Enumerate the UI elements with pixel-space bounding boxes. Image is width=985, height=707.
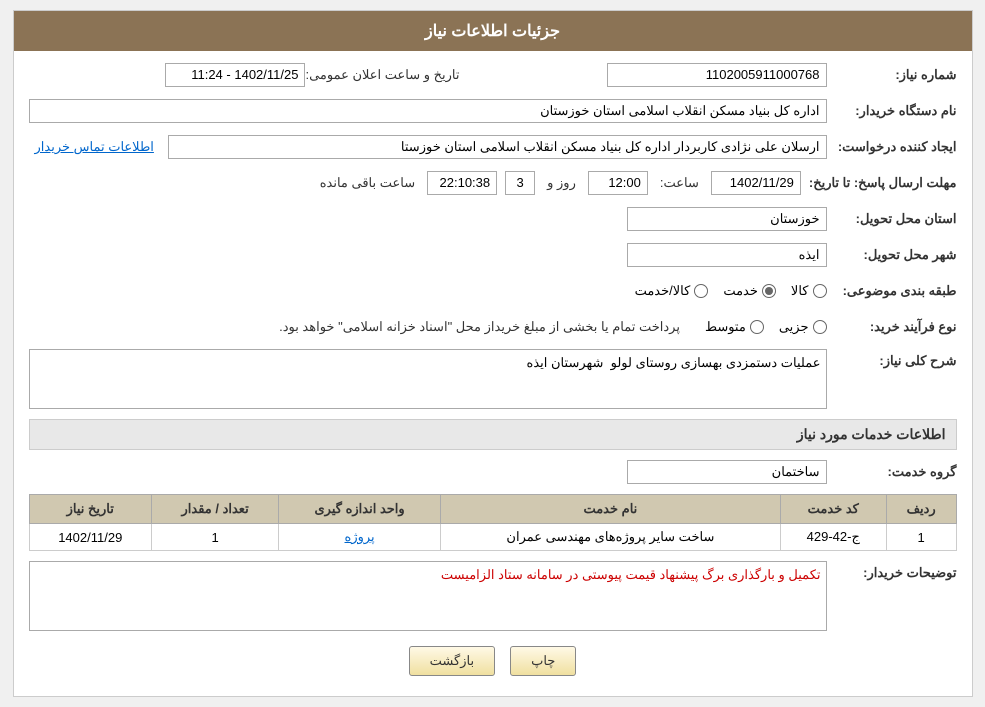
deadline-date: 1402/11/29 — [711, 171, 801, 195]
cell-unit: پروژه — [279, 524, 441, 551]
creator-label: ایجاد کننده درخواست: — [827, 139, 957, 155]
page-title: جزئیات اطلاعات نیاز — [14, 11, 972, 51]
radio-khedmat-icon — [762, 284, 776, 298]
radio-kala-icon — [813, 284, 827, 298]
radio-jozi-label: جزیی — [779, 319, 809, 335]
city-value: ایذه — [627, 243, 827, 267]
cell-row-num: 1 — [886, 524, 956, 551]
col-name: نام خدمت — [441, 495, 781, 524]
need-number-value: 1102005911000768 — [607, 63, 827, 87]
col-date: تاریخ نیاز — [29, 495, 152, 524]
purchase-jozi: جزیی — [779, 319, 827, 335]
province-label: استان محل تحویل: — [827, 211, 957, 227]
purchase-motawaset: متوسط — [705, 319, 764, 335]
requester-row: نام دستگاه خریدار: اداره کل بنیاد مسکن ا… — [29, 97, 957, 125]
radio-kala-khedmat-icon — [694, 284, 708, 298]
city-row: شهر محل تحویل: ایذه — [29, 241, 957, 269]
description-textarea[interactable]: عملیات دستمزدی بهسازی روستای لولو شهرستا… — [29, 349, 827, 409]
category-kala-khedmat: کالا/خدمت — [635, 283, 709, 299]
col-unit: واحد اندازه گیری — [279, 495, 441, 524]
col-code: کد خدمت — [780, 495, 886, 524]
purchase-description: پرداخت تمام یا بخشی از مبلغ خریداز محل "… — [279, 319, 680, 335]
radio-khedmat-label: خدمت — [723, 283, 758, 299]
purchase-type-row: نوع فرآیند خرید: جزیی متوسط پرداخت تمام … — [29, 313, 957, 341]
deadline-time-label: ساعت: — [656, 175, 703, 191]
cell-name: ساخت سایر پروژه‌های مهندسی عمران — [441, 524, 781, 551]
contact-link[interactable]: اطلاعات تماس خریدار — [29, 139, 160, 155]
requester-value: اداره کل بنیاد مسکن انقلاب اسلامی استان … — [29, 99, 827, 123]
service-group-label: گروه خدمت: — [827, 464, 957, 480]
deadline-hour-label: ساعت باقی مانده — [316, 175, 419, 191]
services-table: ردیف کد خدمت نام خدمت واحد اندازه گیری ت… — [29, 494, 957, 551]
col-row-num: ردیف — [886, 495, 956, 524]
deadline-label: مهلت ارسال پاسخ: تا تاریخ: — [801, 175, 957, 191]
province-value: خوزستان — [627, 207, 827, 231]
col-count: تعداد / مقدار — [152, 495, 279, 524]
announce-value: 1402/11/25 - 11:24 — [165, 63, 305, 87]
province-row: استان محل تحویل: خوزستان — [29, 205, 957, 233]
services-section-header: اطلاعات خدمات مورد نیاز — [29, 419, 957, 450]
creator-row: ایجاد کننده درخواست: ارسلان علی نژادی کا… — [29, 133, 957, 161]
requester-label: نام دستگاه خریدار: — [827, 103, 957, 119]
deadline-content: 1402/11/29 ساعت: 12:00 روز و 3 22:10:38 … — [29, 171, 801, 195]
service-group-value: ساختمان — [627, 460, 827, 484]
purchase-type-label: نوع فرآیند خرید: — [827, 319, 957, 335]
service-group-row: گروه خدمت: ساختمان — [29, 458, 957, 486]
radio-jozi-icon — [813, 320, 827, 334]
category-options: کالا خدمت کالا/خدمت — [29, 283, 827, 299]
deadline-clock: 22:10:38 — [427, 171, 497, 195]
purchase-options: جزیی متوسط پرداخت تمام یا بخشی از مبلغ خ… — [29, 319, 827, 335]
description-row: شرح کلی نیاز: عملیات دستمزدی بهسازی روست… — [29, 349, 957, 409]
table-row: 1 ج-42-429 ساخت سایر پروژه‌های مهندسی عم… — [29, 524, 956, 551]
page-container: جزئیات اطلاعات نیاز شماره نیاز: 11020059… — [13, 10, 973, 697]
cell-code: ج-42-429 — [780, 524, 886, 551]
category-khedmat: خدمت — [723, 283, 776, 299]
buyer-notes-value: تکمیل و بارگذاری برگ پیشنهاد قیمت پیوستی… — [29, 561, 827, 631]
deadline-row: مهلت ارسال پاسخ: تا تاریخ: 1402/11/29 سا… — [29, 169, 957, 197]
print-button[interactable]: چاپ — [510, 646, 576, 676]
category-label: طبقه بندی موضوعی: — [827, 283, 957, 299]
creator-value: ارسلان علی نژادی کاربردار اداره کل بنیاد… — [168, 135, 827, 159]
cell-date: 1402/11/29 — [29, 524, 152, 551]
deadline-time: 12:00 — [588, 171, 648, 195]
buyer-notes-row: توضیحات خریدار: تکمیل و بارگذاری برگ پیش… — [29, 561, 957, 631]
back-button[interactable]: بازگشت — [409, 646, 495, 676]
description-label: شرح کلی نیاز: — [827, 349, 957, 369]
main-content: شماره نیاز: 1102005911000768 تاریخ و ساع… — [14, 51, 972, 696]
radio-motawaset-icon — [750, 320, 764, 334]
need-number-label: شماره نیاز: — [827, 67, 957, 83]
radio-kala-khedmat-label: کالا/خدمت — [635, 283, 691, 299]
deadline-remaining: 3 — [505, 171, 535, 195]
announce-label: تاریخ و ساعت اعلان عمومی: — [305, 67, 459, 83]
buyer-notes-label: توضیحات خریدار: — [827, 561, 957, 581]
cell-count: 1 — [152, 524, 279, 551]
radio-kala-label: کالا — [791, 283, 809, 299]
radio-motawaset-label: متوسط — [705, 319, 746, 335]
need-number-row: شماره نیاز: 1102005911000768 تاریخ و ساع… — [29, 61, 957, 89]
category-row: طبقه بندی موضوعی: کالا خدمت کالا/خدمت — [29, 277, 957, 305]
city-label: شهر محل تحویل: — [827, 247, 957, 263]
deadline-day-label: روز و — [543, 175, 580, 191]
button-row: چاپ بازگشت — [29, 646, 957, 676]
category-kala: کالا — [791, 283, 827, 299]
